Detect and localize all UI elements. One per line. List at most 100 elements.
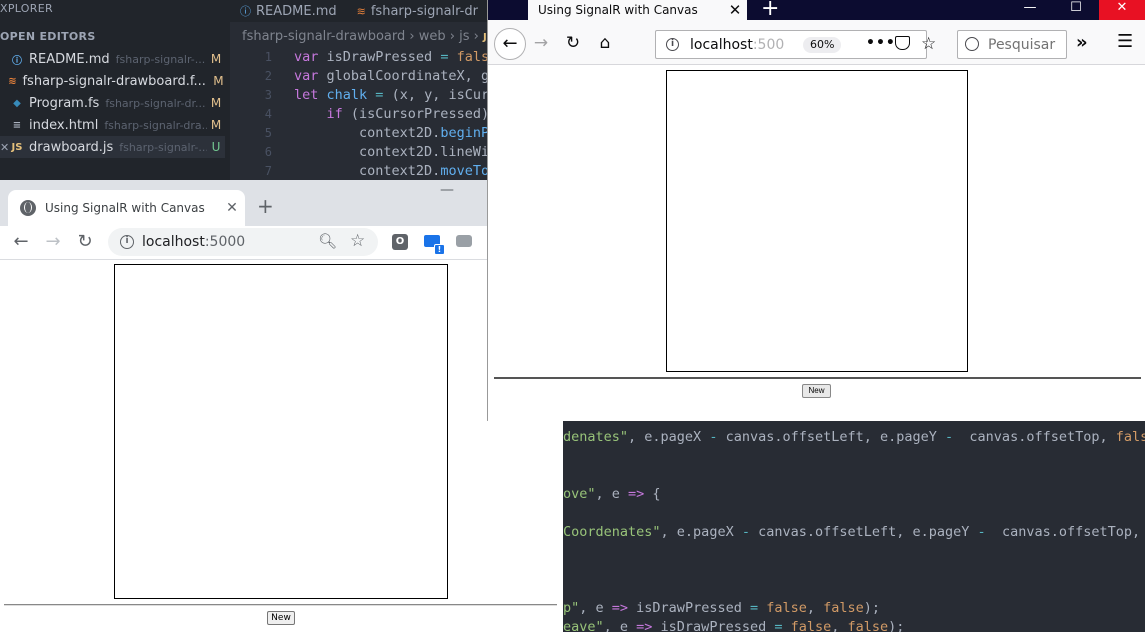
code-line: let chalk = (x, y, isCurs — [294, 87, 498, 103]
file-dir: fsharp-signalr-dra... — [104, 118, 207, 132]
search-placeholder: Pesquisar — [988, 36, 1056, 53]
code-line: context2D.moveTo( — [294, 163, 497, 179]
code-line: p", e => isDrawPressed = false, false); — [563, 600, 881, 616]
back-arrow-icon[interactable]: ← — [494, 28, 526, 60]
star-icon[interactable]: ☆ — [350, 231, 365, 251]
search-field[interactable]: Pesquisar — [957, 30, 1067, 59]
breadcrumb-separator: › — [469, 29, 483, 44]
reload-icon[interactable]: ↻ — [74, 231, 96, 252]
url-port: :500 — [752, 36, 785, 53]
chrome-tab[interactable]: Using SignalR with Canvas ✕ — [8, 190, 245, 226]
line-number: 7 — [264, 164, 272, 178]
firefox-navbar: ← → ↻ ⌂ i localhost:500 60% ••• ☆ Pesqui… — [488, 20, 1145, 65]
line-number: 2 — [264, 69, 272, 83]
zoom-icon[interactable]: 🔍︎ — [318, 232, 337, 250]
forward-arrow-icon[interactable]: → — [530, 33, 552, 53]
open-editor-item[interactable]: ✕ JS drawboard.js fsharp-signalr-... U — [0, 136, 225, 158]
git-status-badge: U — [211, 140, 221, 154]
editor-tab[interactable]: ≋ fsharp-signalr-dr — [347, 0, 488, 22]
chrome-tab-title: Using SignalR with Canvas — [45, 201, 205, 215]
drawing-canvas[interactable] — [114, 264, 448, 599]
explorer-sidebar: XPLORER OPEN EDITORS ⓘ README.md fsharp-si… — [0, 0, 230, 180]
close-icon[interactable]: ✕ — [723, 1, 747, 19]
firefox-window: Using SignalR with Canvas ✕ + — ☐ ✕ ← → … — [487, 0, 1145, 421]
rss-icon: ≋ — [8, 75, 17, 87]
git-status-badge: M — [213, 74, 224, 88]
html-icon: ≡ — [12, 119, 22, 131]
editor-tab-label: README.md — [256, 3, 337, 19]
line-number: 5 — [264, 126, 272, 140]
code-line: var isDrawPressed = false; — [294, 49, 505, 65]
horizontal-rule — [494, 377, 1141, 379]
overflow-chevron-icon[interactable]: » — [1076, 32, 1088, 53]
forward-arrow-icon[interactable]: → — [42, 231, 64, 252]
breadcrumb-item[interactable]: js — [459, 29, 469, 44]
file-name: index.html — [29, 117, 99, 133]
editor-tab-label: fsharp-signalr-dr — [370, 3, 478, 19]
reload-icon[interactable]: ↻ — [562, 33, 584, 53]
notification-badge-icon: ! — [434, 244, 445, 255]
file-dir: fsharp-signalr-... — [115, 52, 206, 66]
new-button[interactable]: New — [267, 611, 295, 625]
home-icon[interactable]: ⌂ — [594, 33, 616, 53]
code-line: eave", e => isDrawPressed = false, false… — [563, 619, 905, 632]
open-editor-item[interactable]: ≋ fsharp-signalr-drawboard.f... M — [0, 70, 225, 92]
fsharp-icon: ◆ — [13, 97, 21, 109]
git-status-badge: M — [210, 96, 222, 110]
code-editor-bottom[interactable]: denates", e.pageX - canvas.offsetLeft, e… — [563, 420, 1145, 632]
chrome-tabstrip: Using SignalR with Canvas ✕ + — — [0, 180, 563, 226]
open-editor-item[interactable]: ⓘ README.md fsharp-signalr-... M — [0, 48, 225, 70]
info-icon[interactable]: i — [666, 38, 679, 51]
star-icon[interactable]: ☆ — [921, 34, 936, 54]
new-tab-button[interactable]: + — [257, 194, 274, 218]
code-line: ove", e => { — [563, 486, 661, 502]
horizontal-rule — [4, 604, 557, 606]
git-status-badge: M — [210, 118, 222, 132]
firefox-page: New — [488, 66, 1145, 421]
code-line: Coordenates", e.pageX - canvas.offsetLef… — [563, 524, 1145, 540]
address-bar[interactable]: i localhost:5000 🔍︎ ☆ — [108, 228, 378, 256]
breadcrumb-item[interactable]: fsharp-signalr-drawboard — [242, 29, 405, 44]
close-icon[interactable]: ✕ — [219, 200, 245, 216]
code-line: context2D.lineWid — [294, 144, 498, 160]
back-arrow-icon[interactable]: ← — [10, 231, 32, 252]
chat-extension-icon[interactable] — [456, 235, 472, 247]
zoom-level-badge[interactable]: 60% — [803, 37, 842, 53]
file-name: README.md — [29, 51, 110, 67]
js-icon: JS — [11, 141, 23, 153]
breadcrumb-separator: › — [405, 29, 419, 44]
open-editor-item[interactable]: ≡ index.html fsharp-signalr-dra... M — [0, 114, 225, 136]
pocket-icon[interactable] — [895, 36, 910, 50]
firefox-tab[interactable]: Using SignalR with Canvas ✕ — [528, 0, 747, 20]
breadcrumb[interactable]: fsharp-signalr-drawboard › web › js › JS — [242, 29, 494, 44]
o-extension-icon[interactable]: O — [392, 234, 408, 250]
minimize-button[interactable]: — — [440, 182, 454, 198]
line-number: 1 — [264, 50, 272, 64]
minimize-button[interactable]: — — [1007, 0, 1053, 20]
git-status-badge: M — [210, 52, 222, 66]
drawing-canvas[interactable] — [666, 70, 968, 372]
file-type-icon: ⓘ — [240, 5, 251, 18]
window-close-button[interactable]: ✕ — [1099, 0, 1145, 20]
open-editor-item[interactable]: ◆ Program.fs fsharp-signalr-dr... M — [0, 92, 225, 114]
page-actions-icon[interactable]: ••• — [866, 35, 896, 51]
code-line: denates", e.pageX - canvas.offsetLeft, e… — [563, 429, 1145, 445]
new-button[interactable]: New — [802, 384, 831, 398]
file-type-icon: ≋ — [356, 4, 366, 18]
editor-tabs: ⓘ README.md ≋ fsharp-signalr-dr — [230, 0, 500, 22]
firefox-titlebar: Using SignalR with Canvas ✕ + — ☐ ✕ — [488, 0, 1145, 21]
close-icon[interactable]: ✕ — [0, 141, 10, 154]
maximize-button[interactable]: ☐ — [1053, 0, 1099, 20]
code-line: if (isCursorPressed) — [326, 106, 498, 122]
breadcrumb-item[interactable]: web — [419, 29, 446, 44]
new-tab-button[interactable]: + — [761, 0, 779, 21]
url-port: :5000 — [204, 234, 246, 250]
chrome-toolbar: ← → ↻ i localhost:5000 🔍︎ ☆ O ! — [0, 226, 563, 260]
hamburger-menu-icon[interactable]: ☰ — [1117, 31, 1133, 52]
code-editor-top[interactable]: var isDrawPressed = false; var globalCoor… — [294, 48, 505, 181]
address-bar[interactable]: i localhost:500 60% ••• ☆ — [655, 30, 936, 59]
info-icon[interactable]: i — [120, 235, 134, 249]
open-editors-header[interactable]: OPEN EDITORS — [0, 30, 96, 43]
line-number: 4 — [264, 107, 272, 121]
editor-tab[interactable]: ⓘ README.md — [230, 0, 347, 22]
